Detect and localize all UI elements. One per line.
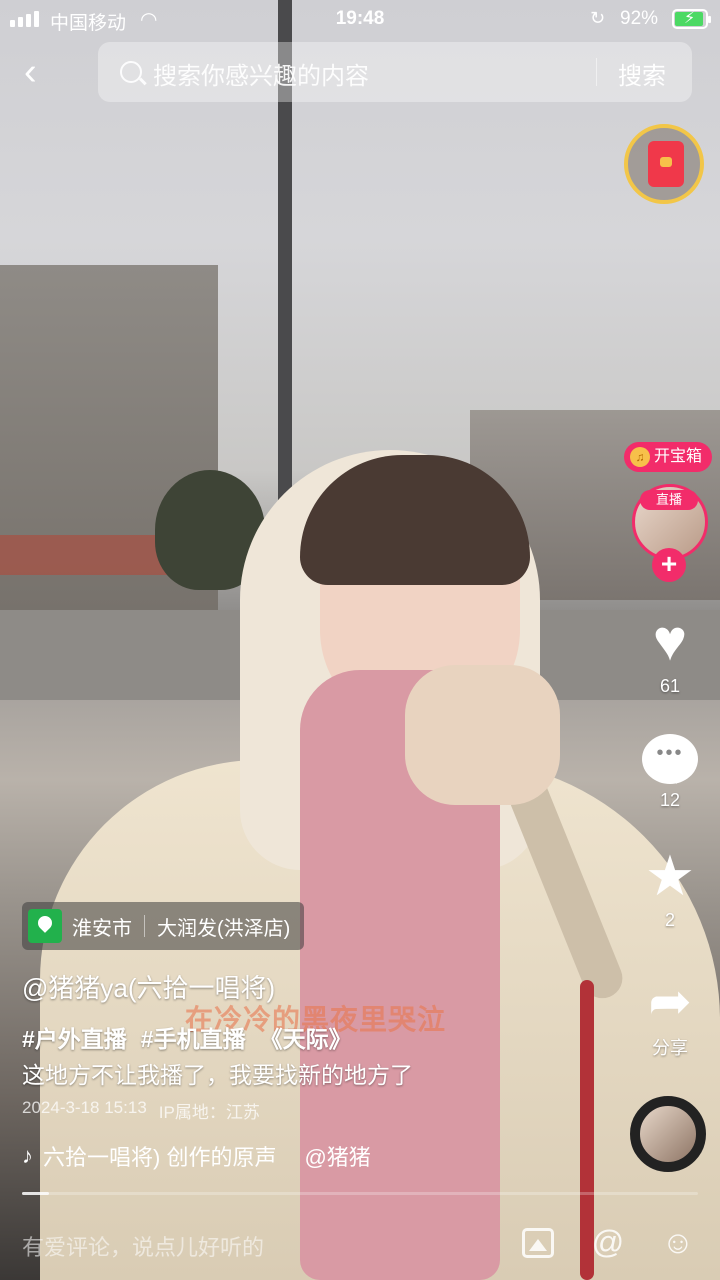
share-label: 分享 <box>652 1038 688 1058</box>
music-coin-icon: ♫ <box>630 447 650 467</box>
comment-bar: 有爱评论，说点儿好听的 @ ☺ <box>0 1206 720 1280</box>
red-envelope-icon <box>648 141 684 187</box>
heart-icon: ♥ <box>652 608 688 673</box>
location-tag[interactable]: 淮安市 大润发(洪泽店) <box>22 902 305 950</box>
hashtag-outdoor-live[interactable]: #户外直播 <box>22 1020 127 1054</box>
search-icon <box>120 61 142 83</box>
location-pin-icon <box>28 909 62 943</box>
music-info[interactable]: ♪ 六拾一唱将) 创作的原声 @猪猪 <box>22 1140 371 1172</box>
search-button[interactable]: 搜索 <box>618 56 666 91</box>
image-icon[interactable] <box>522 1228 554 1258</box>
status-bar: 中国移动 ◠ 19:48 ↻ 92% ⚡ <box>0 0 720 38</box>
post-date: 2024-3-18 15:13 <box>22 1098 147 1117</box>
search-bar[interactable]: 搜索你感兴趣的内容 搜索 <box>98 42 692 102</box>
back-icon[interactable]: ‹ <box>24 52 64 92</box>
location-city: 淮安市 <box>72 917 132 940</box>
location-place: 大润发(洪泽店) <box>157 917 291 940</box>
comment-count: 12 <box>659 790 681 810</box>
music-disc[interactable] <box>630 1096 706 1172</box>
video-progress-bar[interactable] <box>22 1192 698 1195</box>
like-button[interactable]: ♥ 61 <box>630 612 710 697</box>
emoji-icon[interactable]: ☺ <box>660 1224 696 1260</box>
hashtag-list: #户外直播 #手机直播 《天际》 <box>22 1020 352 1054</box>
follow-plus-button[interactable]: + <box>652 548 686 582</box>
ip-location: IP属地：江苏 <box>158 1103 260 1122</box>
comment-button[interactable]: 12 <box>630 734 710 811</box>
search-input[interactable]: 搜索你感兴趣的内容 <box>153 56 369 91</box>
post-meta: 2024-3-18 15:13 IP属地：江苏 <box>22 1098 260 1123</box>
tiktok-note-icon: ♪ <box>22 1143 33 1168</box>
treasure-box-button[interactable]: ♫ 开宝箱 <box>624 442 713 472</box>
battery-charging-icon: ⚡ <box>672 9 711 29</box>
battery-percent: 92% <box>620 8 659 29</box>
hashtag-phone-live[interactable]: #手机直播 <box>141 1020 246 1054</box>
location-divider <box>144 915 145 937</box>
treasure-box-label: 开宝箱 <box>654 448 703 465</box>
search-divider <box>596 58 597 86</box>
clock: 19:48 <box>335 8 385 29</box>
video-description: 这地方不让我播了，我要找新的地方了 <box>22 1062 413 1088</box>
rotation-lock-icon: ↻ <box>590 8 606 28</box>
share-arrow-icon: ➦ <box>648 973 692 1031</box>
live-badge: 直播 <box>640 490 698 510</box>
red-packet-button[interactable] <box>624 124 704 204</box>
music-title: 六拾一唱将) 创作的原声 <box>43 1145 277 1170</box>
favorite-button[interactable]: ★ 2 <box>630 848 710 931</box>
song-title[interactable]: 《天际》 <box>260 1020 352 1054</box>
star-icon: ★ <box>644 844 696 907</box>
music-author: @猪猪 <box>304 1145 371 1170</box>
share-button[interactable]: ➦ 分享 <box>630 976 710 1060</box>
singer-glove <box>405 665 560 805</box>
charging-bolt-icon: ⚡ <box>684 10 696 27</box>
video-screen[interactable]: 中国移动 ◠ 19:48 ↻ 92% ⚡ ‹ 搜索你感兴趣的内容 搜索 ♫ 开宝… <box>0 0 720 1280</box>
comment-input[interactable]: 有爱评论，说点儿好听的 <box>22 1230 264 1262</box>
like-count: 61 <box>659 676 681 696</box>
comment-bubble-icon <box>642 734 698 784</box>
favorite-count: 2 <box>664 910 675 930</box>
at-mention-icon[interactable]: @ <box>590 1224 626 1260</box>
video-progress-fill <box>22 1192 50 1195</box>
